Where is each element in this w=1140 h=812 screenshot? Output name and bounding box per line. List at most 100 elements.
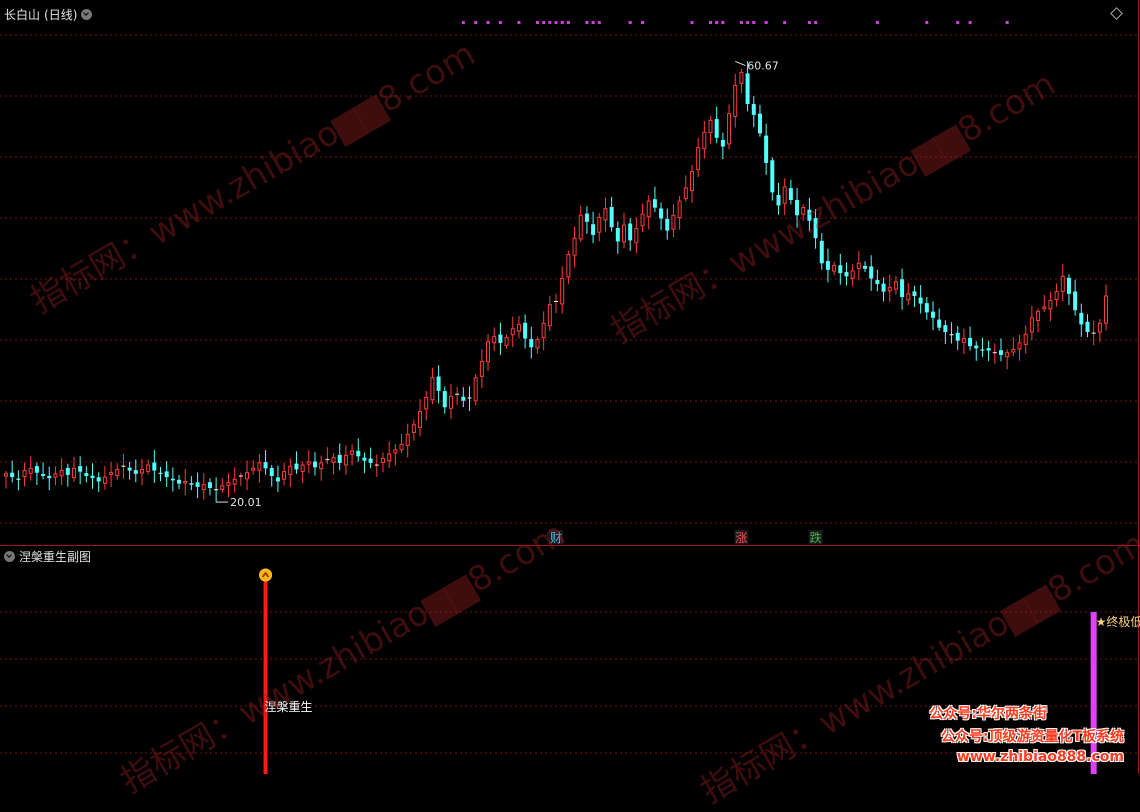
- stock-name: 长白山: [4, 8, 41, 22]
- candle: [10, 460, 15, 483]
- candle: [702, 121, 707, 159]
- candle: [770, 157, 775, 201]
- candle: [1054, 283, 1059, 307]
- candle: [924, 297, 929, 320]
- signal-dot: [641, 21, 645, 24]
- candle: [399, 433, 404, 454]
- chevron-down-icon[interactable]: [4, 551, 15, 562]
- candle: [535, 336, 540, 354]
- candle: [201, 473, 206, 500]
- candle: [121, 453, 126, 479]
- candle: [869, 255, 874, 291]
- signal-bar: [263, 580, 268, 774]
- candle: [529, 326, 534, 359]
- candle: [220, 478, 225, 493]
- candle: [164, 461, 169, 487]
- candle: [986, 340, 991, 362]
- candle: [677, 195, 682, 230]
- signal-dot: [542, 21, 546, 24]
- signal-dot: [628, 21, 632, 24]
- promo-line: 公众号:华尔两条街: [929, 706, 1047, 722]
- candle: [380, 452, 385, 473]
- chevron-down-icon[interactable]: [81, 9, 93, 20]
- candle: [251, 460, 256, 475]
- signal-dot: [585, 21, 589, 24]
- candle: [1005, 349, 1010, 370]
- candle: [22, 462, 27, 487]
- candle: [714, 106, 719, 144]
- candle: [492, 327, 497, 351]
- candle: [819, 233, 824, 270]
- candle: [455, 387, 460, 405]
- candle: [473, 373, 478, 406]
- candle: [683, 175, 688, 202]
- candle: [628, 218, 633, 251]
- candle: [1060, 264, 1065, 302]
- candle: [764, 123, 769, 175]
- candle: [325, 447, 330, 464]
- candle: [1017, 334, 1022, 361]
- candle: [603, 197, 608, 232]
- candle: [609, 196, 614, 232]
- candle: [331, 453, 336, 475]
- candle: [306, 450, 311, 474]
- candle: [597, 212, 602, 242]
- signal-dot: [535, 21, 539, 24]
- signal-dot: [690, 21, 694, 24]
- candle: [850, 263, 855, 287]
- candle: [461, 387, 466, 408]
- candle: [795, 187, 800, 228]
- candle: [782, 178, 787, 215]
- candle: [170, 467, 175, 492]
- signal-dot: [709, 21, 713, 24]
- signal-dot: [956, 21, 960, 24]
- candle: [368, 447, 373, 469]
- candle: [980, 337, 985, 357]
- candle: [226, 473, 231, 498]
- candle: [671, 204, 676, 238]
- candle: [424, 390, 429, 421]
- candle: [968, 326, 973, 351]
- marker-label: 财: [550, 531, 562, 545]
- candle: [689, 164, 694, 203]
- candle: [992, 343, 997, 364]
- signal-dot: [560, 21, 564, 24]
- candle: [554, 293, 559, 314]
- candle: [998, 338, 1003, 362]
- candle: [115, 463, 120, 480]
- candle: [727, 104, 732, 150]
- signal-dot: [715, 21, 719, 24]
- candle: [881, 277, 886, 302]
- signal-dot: [968, 21, 972, 24]
- high-arrow: [735, 60, 746, 66]
- candle: [1097, 319, 1102, 342]
- candle: [566, 250, 571, 285]
- candle: [96, 472, 101, 492]
- candle: [356, 438, 361, 462]
- candle: [214, 477, 219, 503]
- candle: [418, 399, 423, 437]
- candle: [615, 221, 620, 254]
- marker-label: 跌: [810, 530, 822, 545]
- high-price-label: 60.67: [747, 59, 779, 72]
- candle: [498, 322, 503, 355]
- candle: [313, 452, 317, 476]
- candle: [751, 96, 756, 128]
- candle: [195, 472, 200, 499]
- candle: [374, 454, 379, 477]
- candle: [362, 452, 367, 474]
- candle: [838, 253, 843, 285]
- candle: [955, 325, 960, 350]
- candle: [1029, 305, 1034, 341]
- candle: [708, 115, 713, 144]
- candle: [825, 248, 830, 283]
- candle: [652, 186, 657, 212]
- candle: [189, 476, 194, 491]
- candle: [139, 458, 144, 486]
- candle: [269, 465, 274, 487]
- candle: [1048, 291, 1053, 322]
- candle: [275, 465, 280, 492]
- candle: [436, 365, 441, 404]
- candle: [109, 462, 114, 488]
- promo-line: 公众号:顶级游资量化T板系统: [940, 729, 1124, 745]
